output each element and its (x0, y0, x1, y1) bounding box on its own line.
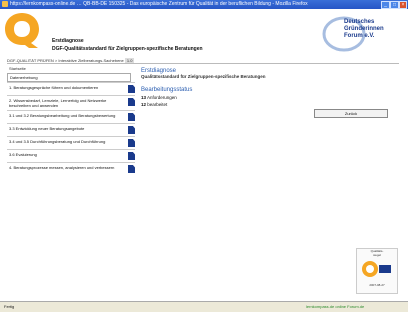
status-count: 13 (141, 95, 147, 100)
document-icon[interactable] (128, 113, 135, 121)
sidebar-select[interactable]: Datenerhebung (7, 73, 131, 82)
maximize-button[interactable]: □ (390, 1, 399, 9)
sidebar-home-link[interactable]: Startseite (7, 65, 135, 72)
sidebar-item-label: 4. Beratungsprozesse messen, analysieren… (9, 165, 115, 170)
sidebar-item[interactable]: 3.6 Evaluierung (7, 149, 135, 162)
partner-logo: Deutsches Gründerinnen Forum e.V. (322, 15, 402, 53)
browser-icon (2, 1, 8, 7)
document-icon[interactable] (128, 98, 135, 106)
document-icon[interactable] (128, 85, 135, 93)
content-subtitle: Qualitätsstandard für Zielgruppen-spezif… (141, 74, 266, 79)
document-icon[interactable] (128, 126, 135, 134)
sidebar-item-label: 2. Wissensbedarf, Lernziele, Lernerfolg … (9, 98, 107, 108)
status-heading: Bearbeitungsstatus (141, 87, 193, 93)
partner-line-3: Forum e.V. (344, 33, 375, 39)
status-label: Anforderungen (147, 95, 177, 100)
document-icon[interactable] (128, 152, 135, 160)
sidebar-item-label: 3.4 und 3.5 Durchführungsberatung und Du… (9, 139, 106, 144)
sidebar-item[interactable]: 4. Beratungsprozesse messen, analysieren… (7, 162, 135, 175)
sidebar-item[interactable]: 2. Wissensbedarf, Lernziele, Lernerfolg … (7, 95, 135, 110)
back-button[interactable]: Zurück (314, 109, 388, 118)
q-logo-icon (5, 13, 39, 48)
status-line: 12 bearbeitet (141, 102, 301, 107)
app-subtitle: DGF-Qualitätsstandard für Zielgruppen-sp… (52, 46, 203, 52)
minimize-button[interactable]: _ (381, 1, 390, 9)
sidebar-item-label: 1. Beratungsgespräche führen und dokumen… (9, 85, 99, 90)
app-title: Erstdiagnose (52, 38, 84, 44)
status-line: 13 Anforderungen (141, 95, 301, 100)
quality-seal: Qualitäts- siegel 2007-08-27 (356, 248, 398, 294)
sidebar-item[interactable]: 3.1 und 3.2 Beratungsbearbeitung und Ber… (7, 110, 135, 123)
window-title: https://lernkompass-online.de … QB-BB-DE… (10, 1, 308, 7)
divider (7, 63, 399, 64)
status-site: lernkompass.de online Forum.de (306, 304, 365, 309)
sidebar-item[interactable]: 3.4 und 3.5 Durchführungsberatung und Du… (7, 136, 135, 149)
sidebar-item-label: 3.3 Entwicklung neuer Beratungsangebote (9, 126, 85, 131)
seal-year: 2007-08-27 (369, 283, 385, 287)
seal-icon (362, 261, 391, 277)
partner-line-2: Gründerinnen (344, 26, 384, 32)
status-count: 12 (141, 102, 147, 107)
partner-line-1: Deutsches (344, 19, 375, 25)
status-text: Fertig (4, 304, 15, 309)
sidebar: Startseite Datenerhebung 1. Beratungsges… (7, 65, 135, 175)
window-titlebar: https://lernkompass-online.de … QB-BB-DE… (0, 0, 408, 9)
partner-logo-text: Deutsches Gründerinnen Forum e.V. (344, 19, 384, 40)
status-label: bearbeitet (147, 102, 168, 107)
sidebar-item-label: 3.1 und 3.2 Beratungsbearbeitung und Ber… (9, 113, 116, 118)
sidebar-item[interactable]: 3.3 Entwicklung neuer Beratungsangebote (7, 123, 135, 136)
main-content: Erstdiagnose Qualitätsstandard für Zielg… (141, 65, 301, 107)
document-icon[interactable] (128, 165, 135, 173)
close-button[interactable]: × (399, 1, 407, 9)
document-icon[interactable] (128, 139, 135, 147)
sidebar-item-label: 3.6 Evaluierung (9, 152, 37, 157)
status-bar: Fertig lernkompass.de online Forum.de (0, 301, 408, 312)
sidebar-item[interactable]: 1. Beratungsgespräche führen und dokumen… (7, 82, 135, 95)
